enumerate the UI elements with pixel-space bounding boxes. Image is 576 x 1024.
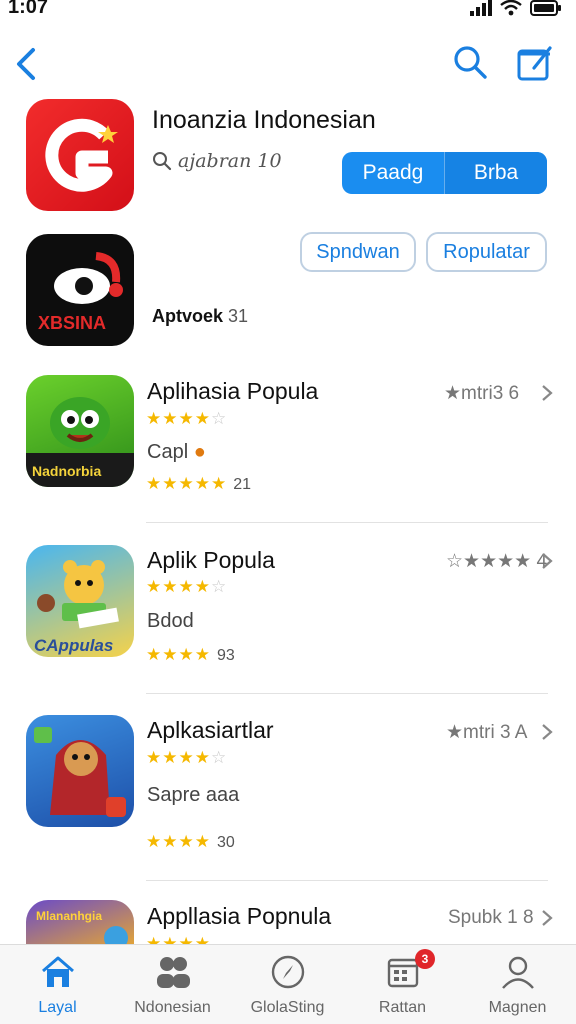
chevron-right-icon[interactable] xyxy=(540,383,554,403)
rating-stars-4: ★★★★ xyxy=(146,934,211,944)
app-title-1[interactable]: Aplihasia Popula xyxy=(147,378,318,405)
back-chevron-icon[interactable] xyxy=(12,44,42,84)
profile-icon xyxy=(501,956,534,989)
app-meta-1: ★mtri3 6 xyxy=(444,383,520,404)
tab-label-layal: Layal xyxy=(38,999,77,1016)
compass-icon xyxy=(271,955,304,989)
mascot-green-icon: Nadnorbia xyxy=(26,397,134,487)
header-subtitle-text: ajabran 10 xyxy=(178,150,282,172)
review-count-1: 21 xyxy=(233,476,251,493)
tab-layal[interactable]: Layal xyxy=(0,945,115,1024)
developer-app-icon[interactable]: XBSINA xyxy=(26,234,134,346)
g-logo-icon xyxy=(45,118,118,192)
app-icon-4[interactable]: Mlananhgia xyxy=(26,900,134,944)
app-icon-3[interactable] xyxy=(26,715,134,827)
app-subtitle-1: Capl ● xyxy=(147,441,206,464)
tab-label-rattan: Rattan xyxy=(378,999,427,1016)
developer-icon-text: XBSINA xyxy=(38,313,106,333)
spndwan-button[interactable]: Spndwan xyxy=(300,232,416,272)
segment-brba[interactable]: Brba xyxy=(444,152,547,194)
tab-ndonesian[interactable]: Ndonesian xyxy=(115,945,230,1024)
app-title-4[interactable]: Appllasia Popnula xyxy=(147,903,331,930)
ropulatar-button[interactable]: Ropulatar xyxy=(426,232,547,272)
review-count-3: 30 xyxy=(216,834,235,851)
developer-name-text: Aptvoek xyxy=(152,306,224,326)
app-meta-3: ★mtri 3 A xyxy=(446,722,528,743)
search-small-icon xyxy=(153,152,172,171)
rating-stars-1: ★★★★☆ xyxy=(146,409,228,428)
eye-mascot-icon: XBSINA xyxy=(38,252,123,333)
notification-badge: 3 xyxy=(415,949,435,969)
app-icon-1[interactable]: Nadnorbia xyxy=(26,375,134,487)
signal-icon xyxy=(470,0,492,16)
chevron-right-icon[interactable] xyxy=(540,551,554,571)
featured-app-icon[interactable] xyxy=(26,99,134,211)
tab-rattan[interactable]: 3 Rattan xyxy=(345,945,460,1024)
rating-score-3: ★★★★ 30 xyxy=(146,832,235,851)
divider xyxy=(146,693,548,694)
segmented-control: Paadg Brba xyxy=(342,152,547,194)
mascot-bear-reading-icon: CAppulas xyxy=(34,560,119,655)
app-icon-2-text: CAppulas xyxy=(34,636,113,655)
rating-stars-2: ★★★★☆ xyxy=(146,577,228,596)
status-bar: 1:07 xyxy=(0,0,576,26)
page-title: Inoanzia Indonesian xyxy=(152,106,376,134)
tab-label-ndonesian: Ndonesian xyxy=(134,999,211,1016)
header-subtitle: ajabran 10 xyxy=(152,150,282,172)
flame-icon: ● xyxy=(193,441,206,463)
app-icon-2[interactable]: CAppulas xyxy=(26,545,134,657)
battery-icon xyxy=(530,0,561,16)
tab-glolasting[interactable]: GlolaSting xyxy=(230,945,345,1024)
app-subtitle-1-text: Capl xyxy=(147,441,189,463)
app-icon-1-text: Nadnorbia xyxy=(32,463,101,479)
app-meta-4: Spubk 1 8 xyxy=(448,907,534,928)
app-meta-2: ☆★★★★ 4 xyxy=(446,551,548,572)
app-icon-4-art: Mlananhgia xyxy=(36,909,128,944)
app-icon-4-text: Mlananhgia xyxy=(36,909,102,923)
search-icon[interactable] xyxy=(450,42,490,82)
app-subtitle-3: Sapre aaa xyxy=(147,784,240,806)
app-subtitle-2: Bdod xyxy=(147,610,194,632)
divider xyxy=(146,522,548,523)
rating-score-1: ★★★★★ 21 xyxy=(146,474,251,493)
wifi-icon xyxy=(500,0,522,16)
tab-label-glolasting: GlolaSting xyxy=(250,999,325,1016)
review-count-2: 93 xyxy=(216,647,235,664)
chevron-right-icon[interactable] xyxy=(540,908,554,928)
app-title-2[interactable]: Aplik Popula xyxy=(147,547,275,574)
home-icon xyxy=(41,956,74,987)
compose-icon[interactable] xyxy=(514,42,556,84)
mascot-red-hood-bear-icon xyxy=(34,727,126,817)
app-title-3[interactable]: Aplkasiartlar xyxy=(147,717,274,744)
tab-label-magnen: Magnen xyxy=(488,999,547,1016)
developer-count: 31 xyxy=(228,306,249,326)
status-icons xyxy=(470,0,562,16)
developer-name: Aptvoek 31 xyxy=(152,306,248,327)
tab-bar: Layal Ndonesian GlolaSting 3 Rattan Magn… xyxy=(0,944,576,1024)
status-time: 1:07 xyxy=(8,0,49,18)
chevron-right-icon[interactable] xyxy=(540,722,554,742)
rating-stars-3: ★★★★☆ xyxy=(146,748,228,767)
tab-magnen[interactable]: Magnen xyxy=(460,945,575,1024)
people-icon xyxy=(156,957,190,988)
segment-paadg[interactable]: Paadg xyxy=(342,152,444,194)
nav-bar xyxy=(0,36,576,90)
rating-score-2: ★★★★ 93 xyxy=(146,645,235,664)
divider xyxy=(146,880,548,881)
